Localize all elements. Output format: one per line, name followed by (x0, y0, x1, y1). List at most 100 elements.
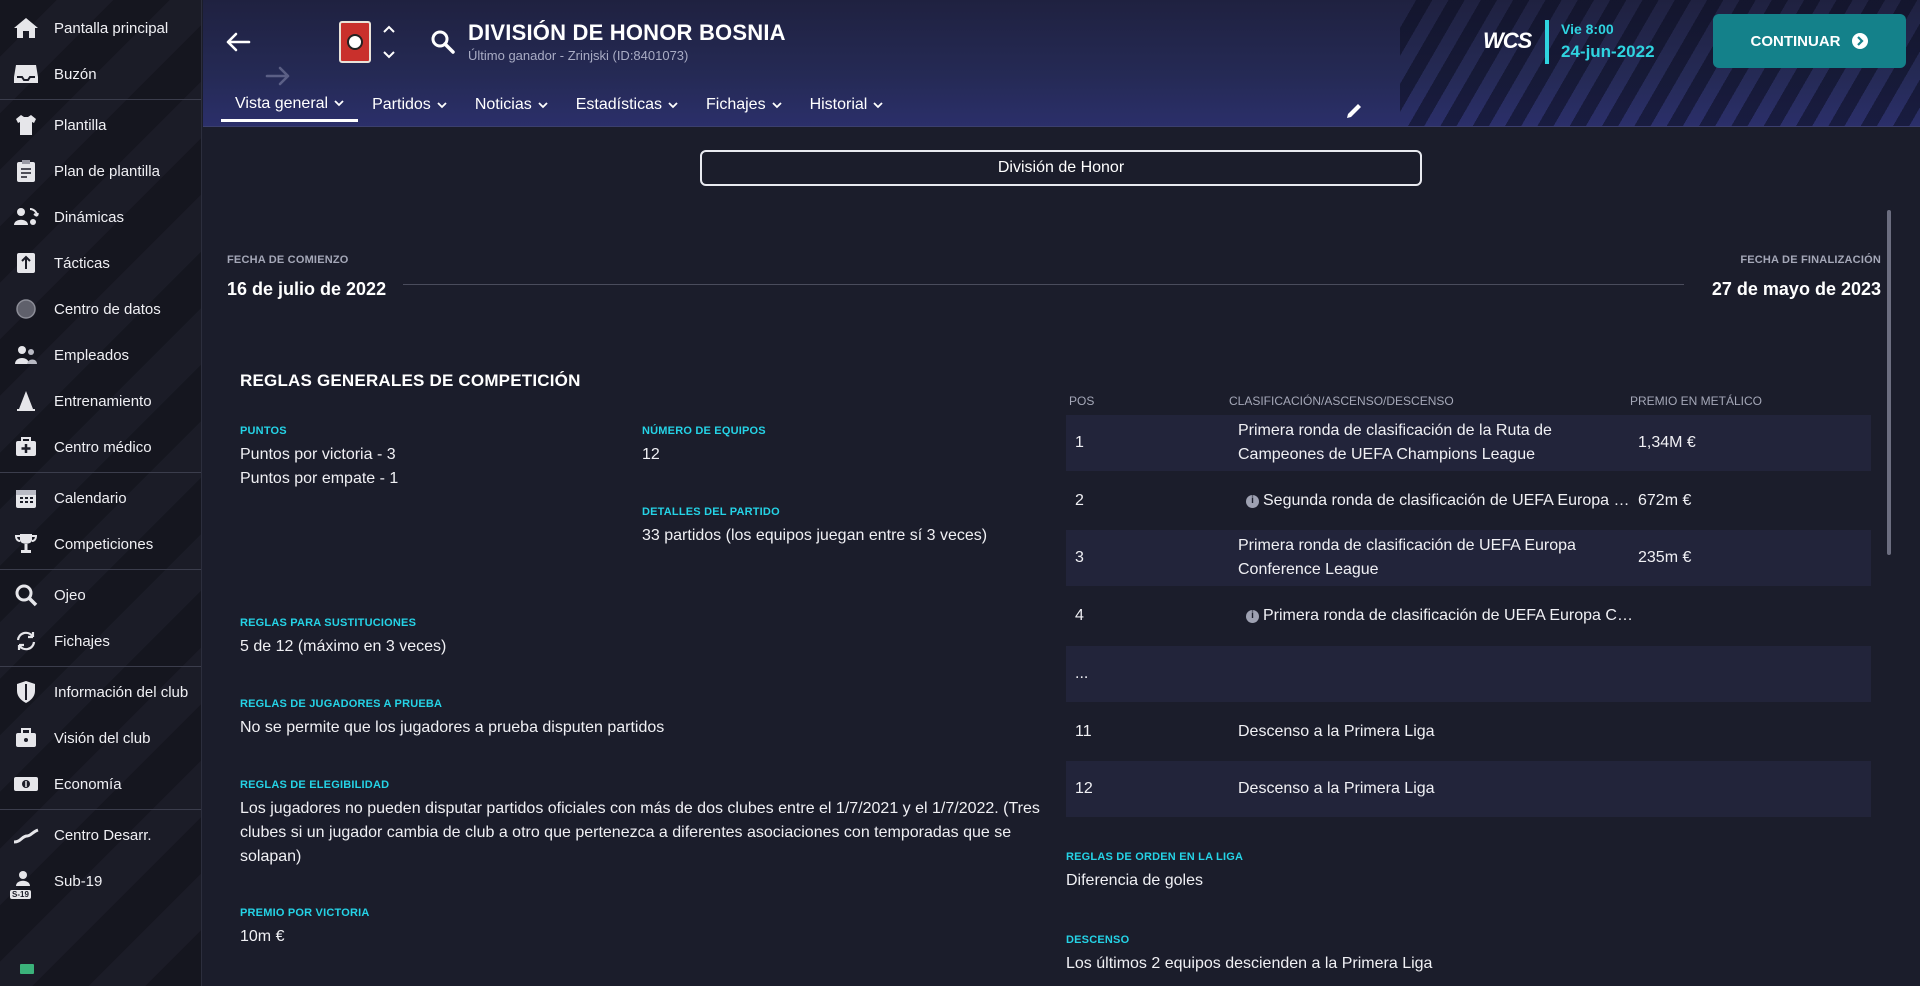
page-title: DIVISIÓN DE HONOR BOSNIA (468, 20, 786, 45)
chevron-down-icon (771, 101, 782, 108)
tab-matches[interactable]: Partidos (358, 88, 461, 122)
match-details-block: DETALLES DEL PARTIDO 33 partidos (los eq… (642, 506, 1062, 548)
chevron-down-icon (538, 101, 548, 108)
sidebar-item-label: Centro Desarr. (54, 826, 152, 844)
chevron-down-icon (383, 51, 395, 59)
sidebar-item-club-info[interactable]: Información del club (0, 669, 201, 715)
points-label: PUNTOS (240, 425, 287, 437)
scrollbar[interactable] (1887, 210, 1891, 555)
season-timeline (403, 284, 1684, 285)
sidebar-item-label: Ojeo (54, 586, 86, 604)
sidebar-item-inbox[interactable]: Buzón (0, 51, 201, 97)
sidebar-item-label: Calendario (54, 489, 127, 507)
chevron-up-icon (383, 25, 395, 33)
tab-history[interactable]: Historial (796, 88, 898, 122)
date-accent-bar (1545, 20, 1549, 64)
info-icon[interactable]: i (1246, 494, 1259, 508)
sidebar-item-label: Economía (54, 775, 122, 793)
row-prize: 1,34M € (1638, 434, 1696, 451)
teams-label: NÚMERO DE EQUIPOS (642, 425, 766, 437)
tab-label: Historial (809, 96, 868, 113)
tab-label: Vista general (235, 94, 329, 112)
sidebar-item-squad-plan[interactable]: Plan de plantilla (0, 148, 201, 194)
relegation-value: Los últimos 2 equipos descienden a la Pr… (1066, 955, 1433, 972)
points-draw: Puntos por empate - 1 (240, 470, 399, 487)
back-button[interactable] (221, 25, 255, 59)
info-icon[interactable]: i (1246, 609, 1259, 623)
chevron-down-icon (668, 101, 678, 108)
row-qualification-text: Primera ronda de clasificación de UEFA E… (1263, 607, 1638, 624)
sidebar-item-scouting[interactable]: Ojeo (0, 572, 201, 618)
brand-logo: WCS (1483, 28, 1532, 53)
subs-block: REGLAS PARA SUSTITUCIONES 5 de 12 (máxim… (240, 617, 840, 659)
row-prize: 235m € (1638, 549, 1692, 566)
table-row[interactable]: 1 Primera ronda de clasificación de la R… (1066, 415, 1871, 471)
edit-button[interactable] (1337, 94, 1371, 126)
pencil-icon (1347, 104, 1361, 118)
division-dropdown[interactable]: División de Honor (700, 150, 1422, 186)
chevron-down-icon (437, 101, 447, 108)
row-qualification: Descenso a la Primera Liga (1238, 761, 1638, 817)
sidebar-item-label: Pantalla principal (54, 19, 169, 37)
sidebar-item-medical[interactable]: Centro médico (0, 424, 201, 470)
table-row[interactable]: 12 Descenso a la Primera Liga (1066, 761, 1871, 817)
rules-section-title: REGLAS GENERALES DE COMPETICIÓN (240, 371, 581, 390)
row-pos: ... (1075, 665, 1089, 682)
sidebar-item-label: Fichajes (54, 632, 110, 650)
sidebar-item-staff[interactable]: Empleados (0, 332, 201, 378)
sidebar-item-training[interactable]: Entrenamiento (0, 378, 201, 424)
table-row[interactable]: 11 Descenso a la Primera Liga (1066, 704, 1871, 760)
league-order-label: REGLAS DE ORDEN EN LA LIGA (1066, 851, 1244, 863)
row-qualification-text: Primera ronda de clasificación de UEFA E… (1238, 537, 1576, 578)
win-prize-value: 10m € (240, 928, 285, 945)
row-qualification: Primera ronda de clasificación de UEFA E… (1238, 530, 1638, 586)
sidebar-item-label: Centro médico (54, 438, 152, 456)
u19-badge: S-19 (10, 890, 31, 899)
sidebar-item-development[interactable]: Centro Desarr. (0, 812, 201, 858)
inbox-icon (12, 60, 40, 88)
sidebar-item-club-vision[interactable]: Visión del club (0, 715, 201, 761)
league-order-block: REGLAS DE ORDEN EN LA LIGA Diferencia de… (1066, 851, 1846, 893)
sidebar-item-u19[interactable]: S-19 Sub-19 (0, 858, 201, 904)
table-row[interactable]: 2 i Segunda ronda de clasificación de UEF… (1066, 473, 1871, 529)
tab-transfers[interactable]: Fichajes (692, 88, 796, 122)
points-block: PUNTOS Puntos por victoria - 3 Puntos po… (240, 425, 620, 491)
continue-button[interactable]: CONTINUAR (1713, 14, 1906, 68)
people-arrows-icon (12, 203, 40, 231)
col-header-prize: PREMIO EN METÁLICO (1630, 394, 1763, 408)
table-row[interactable]: 3 Primera ronda de clasificación de UEFA… (1066, 530, 1871, 586)
points-win: Puntos por victoria - 3 (240, 446, 396, 463)
sidebar-item-dynamics[interactable]: Dinámicas (0, 194, 201, 240)
competition-switcher[interactable] (379, 24, 399, 60)
tactics-board-icon (12, 249, 40, 277)
sidebar-item-home[interactable]: Pantalla principal (0, 5, 201, 51)
start-date-value: 16 de julio de 2022 (227, 279, 387, 299)
end-date-value: 27 de mayo de 2023 (1711, 279, 1881, 299)
search-icon[interactable] (430, 29, 456, 60)
row-qualification: Descenso a la Primera Liga (1238, 704, 1638, 760)
table-row[interactable]: 4 i Primera ronda de clasificación de UEF… (1066, 588, 1871, 644)
table-row[interactable]: ... (1066, 646, 1871, 702)
row-qualification-text: Descenso a la Primera Liga (1238, 723, 1435, 740)
sidebar-item-tactics[interactable]: Tácticas (0, 240, 201, 286)
connection-status-icon[interactable] (20, 964, 34, 974)
relegation-block: DESCENSO Los últimos 2 equipos desciende… (1066, 934, 1846, 986)
sidebar-item-transfers[interactable]: Fichajes (0, 618, 201, 664)
medical-kit-icon (12, 433, 40, 461)
sidebar-item-calendar[interactable]: Calendario (0, 475, 201, 521)
teams-value: 12 (642, 446, 660, 463)
sidebar-item-data-hub[interactable]: Centro de datos (0, 286, 201, 332)
row-pos: 2 (1075, 492, 1084, 509)
sidebar-item-squad[interactable]: Plantilla (0, 102, 201, 148)
row-pos: 3 (1075, 549, 1084, 566)
tab-news[interactable]: Noticias (461, 88, 562, 122)
arrow-circle-right-icon (1851, 33, 1868, 49)
sidebar-item-label: Tácticas (54, 254, 110, 272)
sidebar-item-competitions[interactable]: Competiciones (0, 521, 201, 567)
tab-overview[interactable]: Vista general (221, 88, 359, 122)
sidebar-item-finances[interactable]: Economía (0, 761, 201, 807)
row-pos: 1 (1075, 434, 1084, 451)
sidebar-item-label: Plan de plantilla (54, 162, 160, 180)
subs-label: REGLAS PARA SUSTITUCIONES (240, 617, 417, 629)
tab-stats[interactable]: Estadísticas (562, 88, 692, 122)
